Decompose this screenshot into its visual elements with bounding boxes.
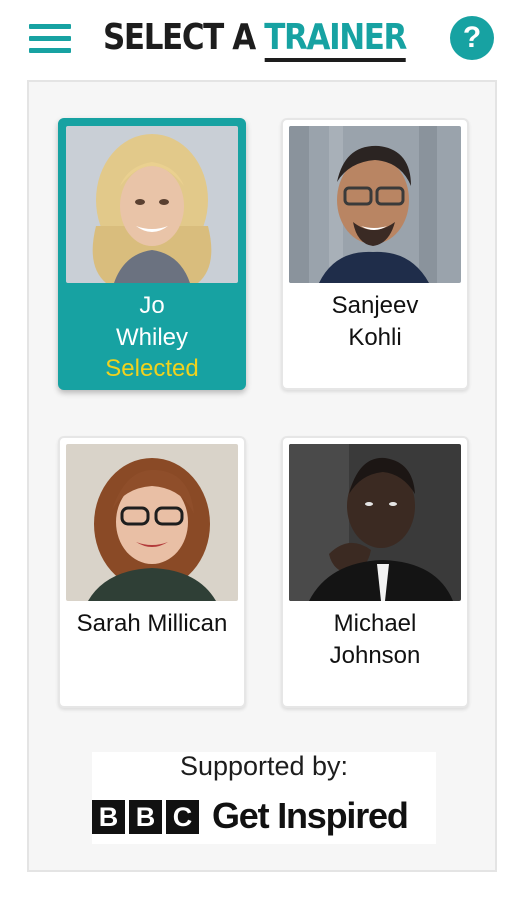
trainer-card-sarah-millican[interactable]: Sarah Millican xyxy=(58,436,246,708)
bbc-logo: B B C xyxy=(92,800,199,834)
hamburger-menu-icon[interactable] xyxy=(29,22,71,54)
trainer-photo-image xyxy=(289,444,461,601)
trainer-photo-michael-johnson xyxy=(289,444,461,601)
trainer-first-name: Sanjeev xyxy=(331,292,419,319)
page-title-highlight: TRAINER xyxy=(264,17,407,62)
trainer-card-michael-johnson[interactable]: Michael Johnson xyxy=(281,436,469,708)
trainer-photo-image xyxy=(66,444,238,601)
trainer-first-name: Jo xyxy=(139,292,165,319)
menu-bar xyxy=(29,48,71,53)
trainer-photo-image xyxy=(66,126,238,283)
trainer-last-name: Kohli xyxy=(348,324,402,351)
menu-bar xyxy=(29,36,71,41)
trainer-photo-sarah-millican xyxy=(66,444,238,601)
get-inspired-logo-text: Get Inspired xyxy=(212,795,409,836)
header: SELECT A TRAINER ? xyxy=(0,0,526,78)
page-title: SELECT A TRAINER xyxy=(103,14,407,62)
supported-by-section: Supported by: B B C Get Inspired xyxy=(92,752,436,844)
supported-by-label: Supported by: xyxy=(179,751,349,781)
trainer-photo-sanjeev-kohli xyxy=(289,126,461,283)
trainer-card-jo-whiley[interactable]: Jo Whiley Selected xyxy=(58,118,246,390)
bbc-logo-block: B xyxy=(92,800,125,834)
trainer-name: Sarah Millican xyxy=(60,608,244,640)
help-button[interactable]: ? xyxy=(450,16,494,60)
trainer-photo-image xyxy=(289,126,461,283)
trainer-last-name: Johnson xyxy=(329,642,421,669)
trainer-name: Jo Whiley xyxy=(60,290,244,354)
trainer-first-name: Michael xyxy=(333,610,417,637)
bbc-logo-block: B xyxy=(129,800,162,834)
selected-status-label: Selected xyxy=(105,355,199,382)
menu-bar xyxy=(29,24,71,29)
trainer-name: Michael Johnson xyxy=(283,608,467,672)
page-title-prefix: SELECT A xyxy=(103,17,265,58)
trainer-name: Sanjeev Kohli xyxy=(283,290,467,354)
trainer-last-name: Whiley xyxy=(115,324,188,351)
trainer-photo-jo-whiley xyxy=(66,126,238,283)
trainer-selection-screen: SELECT A TRAINER ? Jo Whiley Selected Sa… xyxy=(0,0,526,900)
bbc-logo-block: C xyxy=(166,800,199,834)
question-mark-icon: ? xyxy=(462,21,482,54)
trainer-card-sanjeev-kohli[interactable]: Sanjeev Kohli xyxy=(281,118,469,390)
trainer-full-name: Sarah Millican xyxy=(76,610,228,637)
